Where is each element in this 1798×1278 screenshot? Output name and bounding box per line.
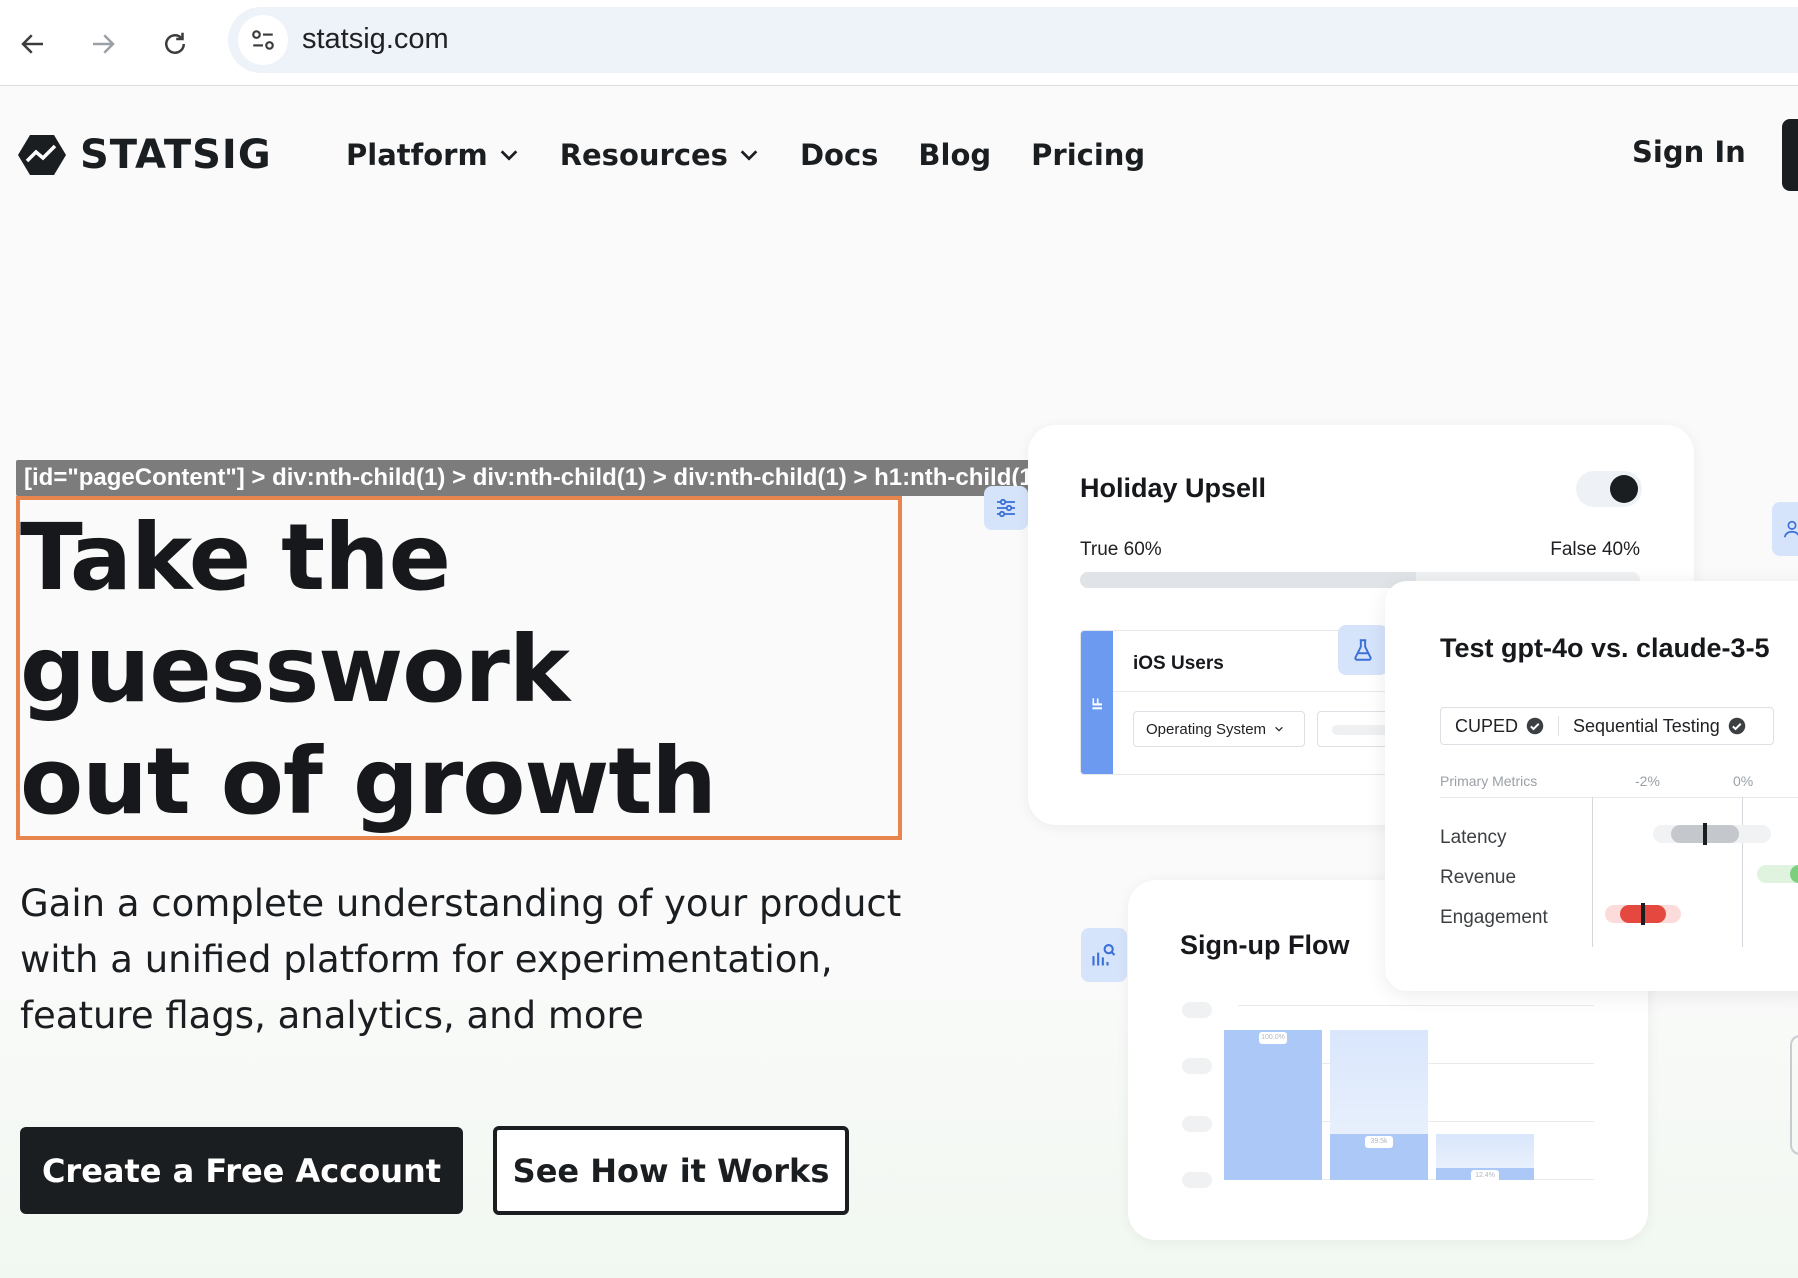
hero-subtitle-line: with a unified platform for experimentat…: [20, 938, 833, 981]
hero-title-line: guesswork: [20, 616, 570, 723]
statsig-logo-icon: [18, 135, 66, 175]
metrics-header: Primary Metrics: [1440, 773, 1538, 789]
create-free-account-button[interactable]: Create a Free Account: [20, 1127, 463, 1214]
chart-search-icon: [1092, 944, 1116, 966]
check-circle-icon: [1728, 717, 1746, 735]
split-bar-true-fill: [1080, 572, 1416, 588]
statsig-logo[interactable]: STATSIG: [18, 130, 272, 180]
reload-icon: [165, 32, 185, 54]
signup-card-title: Sign-up Flow: [1180, 930, 1350, 960]
nav-pricing[interactable]: Pricing: [1031, 138, 1145, 172]
sign-in-link[interactable]: Sign In: [1632, 135, 1746, 169]
site-info-button[interactable]: [238, 15, 288, 65]
metric-engagement: Engagement: [1440, 907, 1548, 928]
browser-toolbar: statsig.com: [0, 0, 1798, 86]
funnel-bar-label: 100.0%: [1259, 1032, 1287, 1044]
metrics-header-divider: [1440, 797, 1798, 798]
condition-select[interactable]: Operating System: [1133, 711, 1305, 747]
experiment-card: Test gpt-4o vs. claude-3-5 CUPED Sequent…: [1385, 581, 1798, 991]
main-nav: Platform Resources Docs Blog Pricing: [346, 135, 1185, 175]
experiment-card-title: Test gpt-4o vs. claude-3-5: [1440, 633, 1770, 663]
site-info-icon: [252, 30, 274, 50]
user-tile: [1772, 502, 1798, 556]
nav-resources[interactable]: Resources: [560, 138, 760, 172]
logo-text: STATSIG: [80, 132, 272, 178]
user-icon: [1783, 520, 1798, 538]
address-bar[interactable]: statsig.com: [228, 7, 1798, 73]
funnel-bar-label: 12.4%: [1471, 1170, 1499, 1182]
analytics-tile: [1081, 928, 1127, 982]
nav-docs[interactable]: Docs: [800, 138, 878, 172]
site-header: STATSIG Platform Resources Docs Blog Pri…: [0, 87, 1798, 227]
settings-sliders-tile: [984, 486, 1028, 530]
sliders-icon: [997, 498, 1015, 518]
header-cta-button[interactable]: [1782, 119, 1798, 191]
offscreen-card-edge: [1790, 1035, 1798, 1155]
latency-point: [1703, 823, 1707, 845]
check-circle-icon: [1526, 717, 1544, 735]
rule-if-tag: IF: [1081, 631, 1113, 774]
chip-separator: [1558, 716, 1560, 736]
chevron-down-icon: [740, 150, 758, 161]
inspector-selector-tooltip: [id="pageContent"] > div:nth-child(1) > …: [16, 460, 1049, 496]
hero-title-line: out of growth: [20, 728, 717, 835]
nav-platform[interactable]: Platform: [346, 138, 520, 172]
true-split-label: True 60%: [1080, 539, 1162, 560]
engagement-point: [1641, 903, 1645, 925]
axis-placeholder: [1182, 1172, 1212, 1188]
hero-subtitle: Gain a complete understanding of your pr…: [20, 876, 920, 1044]
back-button[interactable]: [8, 19, 58, 69]
false-split-label: False 40%: [1550, 539, 1640, 560]
forward-button[interactable]: [78, 19, 128, 69]
holiday-card-title: Holiday Upsell: [1080, 473, 1267, 503]
hero-subtitle-line: feature flags, analytics, and more: [20, 994, 644, 1037]
reload-button[interactable]: [150, 19, 200, 69]
forward-arrow-icon: [93, 34, 115, 54]
funnel-bar-label: 39.5k: [1365, 1135, 1393, 1148]
hero-subtitle-line: Gain a complete understanding of your pr…: [20, 882, 902, 925]
funnel-bar: [1224, 1030, 1322, 1180]
back-arrow-icon: [21, 34, 43, 54]
toggle-knob: [1610, 475, 1638, 503]
hero-title: Take the guesswork out of growth: [20, 502, 900, 838]
cuped-chip[interactable]: CUPED: [1455, 716, 1544, 737]
sequential-testing-chip[interactable]: Sequential Testing: [1573, 716, 1746, 737]
chevron-down-icon: [1275, 726, 1283, 732]
see-how-it-works-button[interactable]: See How it Works: [493, 1126, 849, 1215]
axis-placeholder: [1182, 1002, 1212, 1018]
analysis-options: CUPED Sequential Testing: [1440, 707, 1774, 745]
zero-line: [1742, 797, 1743, 947]
nav-blog[interactable]: Blog: [918, 138, 991, 172]
axis-tick: -2%: [1635, 773, 1660, 789]
url-text[interactable]: statsig.com: [302, 23, 449, 56]
metric-latency: Latency: [1440, 827, 1507, 848]
chevron-down-icon: [500, 150, 517, 161]
flask-icon: [1354, 639, 1372, 661]
axis-placeholder: [1182, 1058, 1212, 1074]
metric-revenue: Revenue: [1440, 867, 1517, 888]
feature-toggle[interactable]: [1576, 471, 1642, 507]
hero-title-line: Take the: [20, 504, 451, 611]
axis-placeholder: [1182, 1116, 1212, 1132]
experiment-flask-tile: [1338, 625, 1388, 675]
rule-name: iOS Users: [1133, 653, 1224, 674]
grid-line: [1238, 1005, 1594, 1006]
axis-divider: [1592, 797, 1593, 947]
axis-tick: 0%: [1733, 773, 1754, 789]
